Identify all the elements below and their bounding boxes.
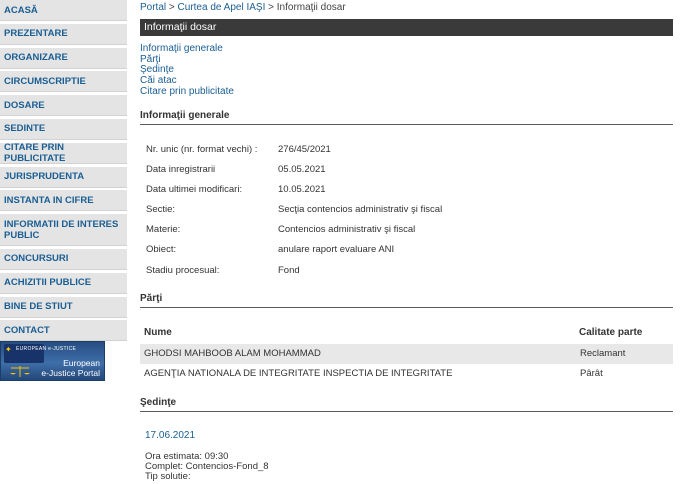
parti-col-nume: Nume (144, 327, 172, 338)
breadcrumb-current: Informaţii dosar (276, 2, 346, 13)
parti-col-calitate: Calitate parte (579, 327, 643, 338)
info-value: 276/45/2021 (278, 144, 331, 155)
table-row: GHODSI MAHBOOB ALAM MOHAMMAD Reclamant (140, 344, 673, 364)
breadcrumb-court[interactable]: Curtea de Apel IAŞI (178, 2, 266, 13)
info-value: anulare raport evaluare ANI (278, 244, 395, 255)
info-value: Fond (278, 265, 300, 276)
section-heading-sedinte: Şedinţe (140, 397, 673, 412)
breadcrumb-sep: > (168, 2, 175, 13)
info-label: Data inregistrarii (146, 164, 216, 175)
section-heading-parti: Părţi (140, 293, 673, 308)
sidebar-item-dosare[interactable]: DOSARE (0, 95, 127, 117)
info-label: Data ultimei modificari: (146, 184, 243, 195)
sidebar-item-contact[interactable]: CONTACT (0, 320, 127, 342)
party-calitate: Pârât (580, 368, 603, 379)
info-label: Materie: (146, 224, 181, 235)
sidebar-item-achizitii[interactable]: ACHIZITII PUBLICE (0, 272, 127, 294)
sidebar-item-circumscriptie[interactable]: CIRCUMSCRIPTIE (0, 71, 127, 93)
sidebar-item-instanta-cifre[interactable]: INSTANTA IN CIFRE (0, 190, 127, 212)
sidebar-item-concursuri[interactable]: CONCURSURI (0, 248, 127, 270)
scales-icon (10, 366, 30, 377)
sidebar-item-citare[interactable]: CITARE PRIN PUBLICITATE (0, 142, 127, 164)
info-label: Obiect: (146, 244, 177, 255)
sidebar-item-jurisprudenta[interactable]: JURISPRUDENTA (0, 166, 127, 188)
sidebar-item-acasa[interactable]: ACASĂ (0, 0, 127, 21)
breadcrumb-portal[interactable]: Portal (140, 2, 166, 13)
info-value: 05.05.2021 (278, 164, 326, 175)
info-label: Sectie: (146, 204, 176, 215)
ejustice-logo-text: EUROPEAN e-JUSTICE (16, 346, 77, 352)
sidebar-nav: ACASĂ PREZENTARE ORGANIZARE CIRCUMSCRIPT… (0, 0, 127, 344)
toc-citare[interactable]: Citare prin publicitate (140, 86, 234, 98)
section-heading-general: Informaţii generale (140, 110, 673, 125)
breadcrumb: Portal > Curtea de Apel IAŞI > Informaţi… (140, 2, 346, 13)
info-value: Contencios administrativ şi fiscal (278, 224, 416, 235)
ejustice-line1: European (63, 358, 100, 368)
table-row: AGENŢIA NATIONALA DE INTEGRITATE INSPECT… (140, 364, 673, 384)
sedinta-date-link[interactable]: 17.06.2021 (145, 430, 195, 441)
ejustice-portal-banner[interactable]: ✦ EUROPEAN e-JUSTICE European e-Justice … (0, 341, 105, 381)
sedinta-tip-solutie: Tip solutie: (145, 471, 191, 482)
info-value: Secţia contencios administrativ şi fisca… (278, 204, 443, 215)
sidebar-item-bine-de-stiut[interactable]: BINE DE STIUT (0, 296, 127, 318)
sidebar-item-informatii-public[interactable]: INFORMATII DE INTERES PUBLIC (0, 214, 127, 247)
eu-stars-icon: ✦ (5, 345, 12, 354)
party-calitate: Reclamant (580, 348, 626, 359)
party-name: AGENŢIA NATIONALA DE INTEGRITATE INSPECT… (144, 368, 453, 379)
ejustice-line2: e-Justice Portal (41, 368, 100, 378)
info-value: 10.05.2021 (278, 184, 326, 195)
breadcrumb-sep: > (268, 2, 274, 13)
section-links: Informaţii generale Părţi Şedinţe Căi at… (140, 43, 234, 98)
sidebar-item-organizare[interactable]: ORGANIZARE (0, 47, 127, 69)
info-label: Nr. unic (nr. format vechi) : (146, 144, 258, 155)
sidebar-item-sedinte[interactable]: SEDINTE (0, 118, 127, 140)
page-title: Informaţii dosar (140, 19, 673, 36)
info-label: Stadiu procesual: (146, 265, 220, 276)
ejustice-banner-label: European e-Justice Portal (41, 358, 100, 378)
party-name: GHODSI MAHBOOB ALAM MOHAMMAD (144, 348, 321, 359)
sidebar-item-prezentare[interactable]: PREZENTARE (0, 23, 127, 45)
